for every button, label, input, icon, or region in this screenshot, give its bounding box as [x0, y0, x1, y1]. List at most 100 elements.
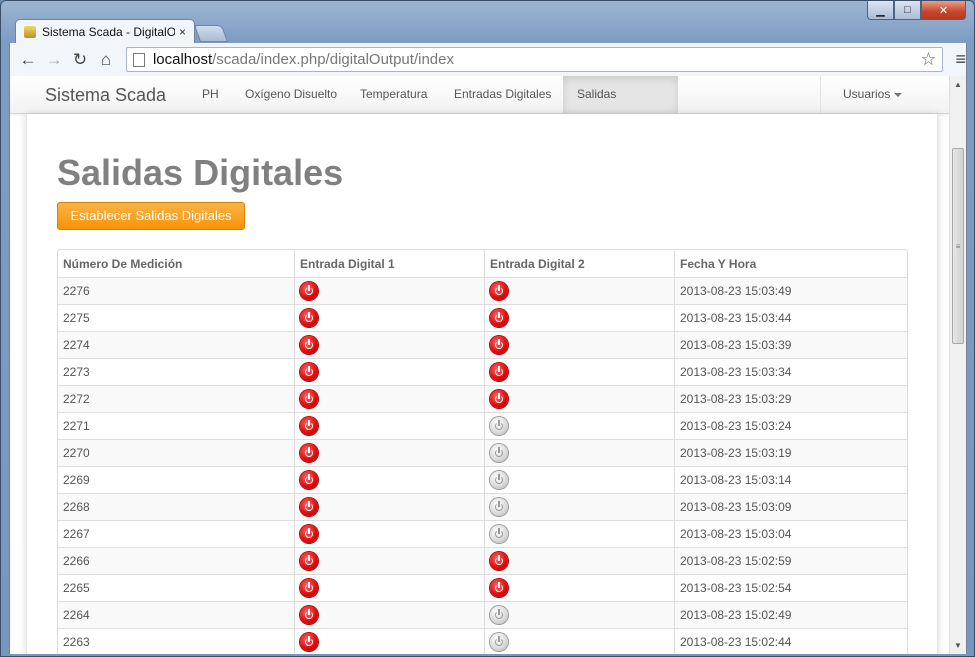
browser-tab[interactable]: Sistema Scada - DigitalOu × [15, 19, 195, 43]
datetime-cell: 2013-08-23 15:02:54 [674, 574, 907, 601]
power-on-icon [300, 390, 318, 408]
digital-input-1-cell [294, 601, 484, 628]
measurement-number: 2272 [58, 385, 294, 412]
nav-link-salidas[interactable]: Salidas Digitales [563, 76, 678, 138]
power-off-icon [490, 633, 508, 651]
back-arrow-icon[interactable]: ← [16, 48, 40, 72]
digital-input-1-cell [294, 331, 484, 358]
scroll-thumb[interactable]: ≡ [952, 148, 964, 344]
power-on-icon [300, 336, 318, 354]
power-on-icon [300, 579, 318, 597]
datetime-cell: 2013-08-23 15:02:59 [674, 547, 907, 574]
tab-close-icon[interactable]: × [179, 25, 186, 39]
power-on-icon [300, 552, 318, 570]
table-row: 2271 2013-08-23 15:03:24 [58, 412, 907, 439]
reload-icon[interactable]: ↻ [68, 48, 92, 72]
measurement-number: 2268 [58, 493, 294, 520]
digital-input-1-cell [294, 277, 484, 304]
outputs-table: Número De Medición Entrada Digital 1 Ent… [57, 249, 908, 654]
digital-input-2-cell [484, 385, 674, 412]
page-viewport: Sistema Scada PH Oxígeno Disuelto Temper… [9, 76, 967, 654]
power-off-icon [490, 444, 508, 462]
table-row: 2268 2013-08-23 15:03:09 [58, 493, 907, 520]
power-on-icon [300, 525, 318, 543]
vertical-scrollbar[interactable]: ▲ ≡ ▼ [949, 76, 966, 654]
nav-link-entradas[interactable]: Entradas Digitales [440, 76, 565, 113]
scroll-up-icon[interactable]: ▲ [950, 76, 966, 93]
new-tab-button[interactable] [193, 25, 229, 42]
url-host: localhost [152, 51, 213, 68]
table-row: 2276 2013-08-23 15:03:49 [58, 277, 907, 304]
digital-input-2-cell [484, 601, 674, 628]
measurement-number: 2273 [58, 358, 294, 385]
digital-input-1-cell [294, 412, 484, 439]
power-on-icon [300, 633, 318, 651]
set-outputs-button[interactable]: Establecer Salidas Digitales [57, 202, 245, 230]
user-menu-label: Usuarios [843, 87, 891, 101]
digital-input-1-cell [294, 358, 484, 385]
close-window-icon[interactable]: ✕ [921, 1, 966, 20]
datetime-cell: 2013-08-23 15:03:49 [674, 277, 907, 304]
table-row: 2270 2013-08-23 15:03:19 [58, 439, 907, 466]
browser-menu-icon[interactable]: ≡ [955, 49, 966, 70]
measurement-number: 2269 [58, 466, 294, 493]
tab-title: Sistema Scada - DigitalOu [42, 24, 175, 39]
datetime-cell: 2013-08-23 15:03:09 [674, 493, 907, 520]
datetime-cell: 2013-08-23 15:03:29 [674, 385, 907, 412]
power-off-icon [490, 498, 508, 516]
forward-arrow-icon[interactable]: → [42, 48, 66, 72]
digital-input-2-cell [484, 628, 674, 654]
power-on-icon [300, 498, 318, 516]
home-icon[interactable]: ⌂ [94, 48, 118, 72]
digital-input-2-cell [484, 493, 674, 520]
bookmark-star-icon[interactable]: ☆ [920, 49, 936, 70]
power-on-icon [490, 336, 508, 354]
header-input-2: Entrada Digital 2 [484, 250, 674, 277]
measurement-number: 2263 [58, 628, 294, 654]
measurement-number: 2270 [58, 439, 294, 466]
power-on-icon [300, 309, 318, 327]
measurement-number: 2266 [58, 547, 294, 574]
digital-input-1-cell [294, 466, 484, 493]
digital-input-1-cell [294, 547, 484, 574]
table-row: 2272 2013-08-23 15:03:29 [58, 385, 907, 412]
table-body: 2276 2013-08-23 15:03:49 2275 2013-08-23 15… [58, 277, 907, 654]
power-on-icon [490, 363, 508, 381]
digital-input-2-cell [484, 304, 674, 331]
digital-input-2-cell [484, 547, 674, 574]
power-on-icon [300, 363, 318, 381]
table-row: 2267 2013-08-23 15:03:04 [58, 520, 907, 547]
datetime-cell: 2013-08-23 15:02:44 [674, 628, 907, 654]
measurement-number: 2274 [58, 331, 294, 358]
url-path: /scada/index.php/digitalOutput/index [212, 51, 454, 68]
digital-input-2-cell [484, 277, 674, 304]
table-row: 2264 2013-08-23 15:02:49 [58, 601, 907, 628]
power-off-icon [490, 417, 508, 435]
nav-link-temperatura[interactable]: Temperatura [346, 76, 441, 113]
table-row: 2274 2013-08-23 15:03:39 [58, 331, 907, 358]
measurement-number: 2264 [58, 601, 294, 628]
power-on-icon [490, 309, 508, 327]
power-off-icon [490, 525, 508, 543]
header-measurement: Número De Medición [63, 256, 183, 271]
measurement-number: 2276 [58, 277, 294, 304]
table-row: 2275 2013-08-23 15:03:44 [58, 304, 907, 331]
table-row: 2269 2013-08-23 15:03:14 [58, 466, 907, 493]
table-row: 2265 2013-08-23 15:02:54 [58, 574, 907, 601]
nav-link-oxigeno[interactable]: Oxígeno Disuelto [231, 76, 351, 113]
digital-input-2-cell [484, 331, 674, 358]
table-row: 2273 2013-08-23 15:03:34 [58, 358, 907, 385]
site-brand[interactable]: Sistema Scada [45, 85, 166, 106]
browser-window: ▁ □ ✕ Sistema Scada - DigitalOu × ← → ↻ … [0, 0, 975, 657]
address-bar[interactable]: localhost/scada/index.php/digitalOutput/… [125, 47, 944, 72]
user-menu[interactable]: Usuarios [820, 76, 924, 113]
nav-link-ph[interactable]: PH [188, 76, 233, 113]
measurement-number: 2267 [58, 520, 294, 547]
digital-input-2-cell [484, 466, 674, 493]
digital-input-1-cell [294, 574, 484, 601]
header-input-1: Entrada Digital 1 [294, 250, 484, 277]
datetime-cell: 2013-08-23 15:03:44 [674, 304, 907, 331]
power-on-icon [300, 417, 318, 435]
scroll-down-icon[interactable]: ▼ [950, 637, 966, 654]
digital-input-1-cell [294, 520, 484, 547]
